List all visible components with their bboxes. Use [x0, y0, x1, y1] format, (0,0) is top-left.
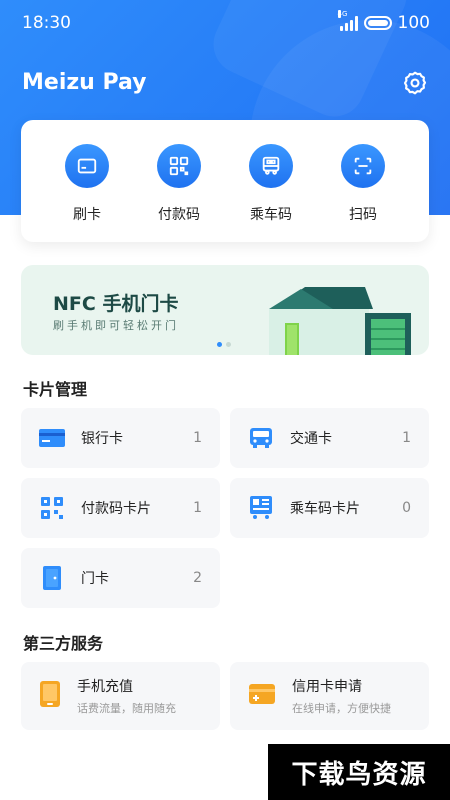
quick-action-label: 乘车码: [250, 207, 292, 223]
app-title: Meizu Pay: [22, 70, 147, 95]
service-title: 信用卡申请: [292, 679, 362, 695]
card-tile-bank[interactable]: 银行卡 1: [21, 408, 220, 468]
card-tile-count: 0: [402, 500, 411, 516]
quick-action-scan[interactable]: 扫码: [328, 144, 398, 242]
card-tile-transit[interactable]: 交通卡 1: [230, 408, 429, 468]
service-phone-topup[interactable]: 手机充值 话费流量，随用随充: [21, 662, 220, 730]
scan-icon: [341, 144, 385, 188]
settings-gear-icon[interactable]: [402, 70, 428, 96]
network-type: 4G: [337, 10, 348, 18]
third-party-services-title: 第三方服务: [23, 634, 104, 653]
quick-action-payment-code[interactable]: 付款码: [144, 144, 214, 242]
card-swipe-icon: [65, 144, 109, 188]
service-subtitle: 话费流量，随用随充: [77, 702, 176, 715]
banner-pagination: [217, 342, 231, 347]
card-tile-label: 付款码卡片: [81, 501, 151, 517]
card-tile-label: 门卡: [81, 571, 109, 587]
card-tile-count: 1: [193, 500, 202, 516]
signal-icon: 4G: [337, 10, 358, 31]
watermark-logo: 下载鸟资源: [268, 744, 450, 800]
bank-card-icon: [39, 425, 65, 451]
card-tile-label: 乘车码卡片: [290, 501, 360, 517]
quick-action-label: 扫码: [349, 207, 377, 223]
pagination-dot-active: [217, 342, 222, 347]
pagination-dot: [226, 342, 231, 347]
card-tile-payment-code[interactable]: 付款码卡片 1: [21, 478, 220, 538]
service-subtitle: 在线申请，方便快捷: [292, 702, 391, 715]
house-illustration: [269, 287, 411, 355]
credit-card-icon: [248, 683, 276, 709]
status-time: 18:30: [22, 13, 71, 33]
quick-actions-card: 刷卡 付款码 乘车码 扫码: [21, 120, 429, 242]
card-tile-label: 交通卡: [290, 431, 332, 447]
status-indicators: 4G 100: [337, 10, 430, 33]
card-tile-count: 2: [193, 570, 202, 586]
quick-action-label: 付款码: [158, 207, 200, 223]
phone-topup-icon: [39, 680, 61, 712]
service-title: 手机充值: [77, 679, 133, 695]
service-credit-card[interactable]: 信用卡申请 在线申请，方便快捷: [230, 662, 429, 730]
quick-action-swipe[interactable]: 刷卡: [52, 144, 122, 242]
bus-code-icon: [249, 144, 293, 188]
door-card-icon: [39, 565, 65, 591]
quick-action-label: 刷卡: [73, 207, 101, 223]
card-tile-door[interactable]: 门卡 2: [21, 548, 220, 608]
battery-icon: [363, 16, 392, 30]
card-management-title: 卡片管理: [23, 380, 88, 399]
ride-code-icon: [248, 495, 274, 521]
card-tile-count: 1: [402, 430, 411, 446]
card-tile-label: 银行卡: [81, 431, 123, 447]
transit-card-icon: [248, 425, 274, 451]
status-bar: 18:30 4G 100: [0, 0, 450, 46]
nfc-door-card-banner[interactable]: NFC 手机门卡 刷手机即可轻松开门: [21, 265, 429, 355]
payment-code-icon: [39, 495, 65, 521]
banner-title: NFC 手机门卡: [53, 293, 179, 315]
banner-subtitle: 刷手机即可轻松开门: [53, 319, 179, 332]
card-tile-count: 1: [193, 430, 202, 446]
qr-code-icon: [157, 144, 201, 188]
quick-action-ride-code[interactable]: 乘车码: [236, 144, 306, 242]
battery-level: 100: [397, 13, 430, 33]
card-tile-ride-code[interactable]: 乘车码卡片 0: [230, 478, 429, 538]
